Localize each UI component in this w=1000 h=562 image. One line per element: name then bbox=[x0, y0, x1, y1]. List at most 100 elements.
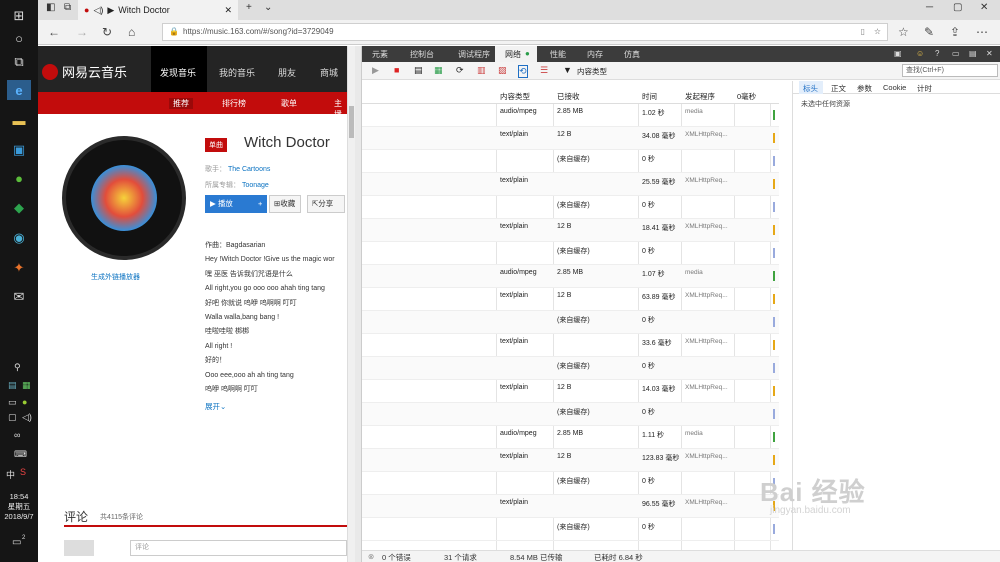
set-aside-icon[interactable]: ◧ bbox=[46, 2, 55, 13]
tab-elements[interactable]: 元素 bbox=[372, 49, 388, 60]
save-icon[interactable]: ▤ bbox=[414, 65, 423, 76]
table-row[interactable]: (来自缓存) 0 秒 bbox=[362, 403, 779, 426]
scroll-thumb[interactable] bbox=[349, 106, 354, 138]
content-type-filter[interactable]: 内容类型 bbox=[577, 66, 607, 77]
start-icon[interactable]: ▶ bbox=[372, 65, 379, 76]
col-initiator[interactable]: 发起程序 bbox=[685, 91, 715, 102]
detail-tab-timing[interactable]: 计时 bbox=[917, 83, 932, 94]
subnav-playlists[interactable]: 歌单 bbox=[281, 98, 297, 109]
table-row[interactable]: (来自缓存) 0 秒 bbox=[362, 196, 779, 219]
console-toggle-icon[interactable]: ▣ bbox=[894, 49, 902, 58]
nav-my-music[interactable]: 我的音乐 bbox=[219, 66, 255, 79]
table-row[interactable]: (来自缓存) 0 秒 bbox=[362, 518, 779, 541]
table-row[interactable]: text/plain 33.6 毫秒 XMLHttpReq... bbox=[362, 334, 779, 357]
col-timeline[interactable]: 0毫秒 bbox=[737, 91, 756, 102]
detail-tab-headers[interactable]: 标头 bbox=[803, 83, 818, 94]
more-icon[interactable]: ⋯ bbox=[976, 25, 988, 39]
expand-lyrics-link[interactable]: 展开⌄ bbox=[205, 401, 226, 412]
home-icon[interactable]: ⌂ bbox=[128, 25, 135, 39]
tray-app-icon[interactable]: ▤ bbox=[8, 380, 17, 391]
album-link[interactable]: Toonage bbox=[242, 182, 269, 189]
people-icon[interactable]: ⚲ bbox=[14, 362, 21, 373]
edge-icon[interactable]: e bbox=[7, 80, 31, 100]
play-button[interactable]: ▶ 播放 bbox=[205, 195, 253, 213]
table-row[interactable]: text/plain 12 B 18.41 毫秒 XMLHttpReq... bbox=[362, 219, 779, 242]
reading-view-icon[interactable]: ▯ bbox=[861, 24, 865, 40]
col-received[interactable]: 已接收 bbox=[557, 91, 580, 102]
tab-audio-icon[interactable]: ◁) bbox=[93, 5, 103, 16]
url-field[interactable]: 🔒 https://music.163.com/#/song?id=372904… bbox=[162, 23, 888, 41]
find-input[interactable]: 查找(Ctrl+F) bbox=[902, 64, 998, 77]
task-view-icon[interactable]: ⧉ bbox=[7, 52, 31, 72]
tab-list-icon[interactable]: ⌄ bbox=[264, 2, 272, 13]
col-time[interactable]: 时间 bbox=[642, 91, 657, 102]
app-globe-icon[interactable]: ◉ bbox=[7, 228, 31, 248]
notes-icon[interactable]: ✎ bbox=[924, 25, 934, 39]
tab-close-icon[interactable]: ✕ bbox=[224, 5, 232, 16]
tab-performance[interactable]: 性能 bbox=[550, 49, 566, 60]
favorites-icon[interactable]: ☆ bbox=[898, 25, 909, 39]
forward-icon[interactable]: → bbox=[76, 25, 88, 39]
keyboard-icon[interactable]: ⌨ bbox=[14, 449, 27, 460]
site-scrollbar[interactable] bbox=[347, 46, 355, 562]
singer-link[interactable]: The Cartoons bbox=[228, 166, 270, 173]
ime-indicator[interactable]: 中 bbox=[6, 468, 15, 481]
subnav-recommend[interactable]: 推荐 bbox=[169, 98, 193, 109]
nav-friends[interactable]: 朋友 bbox=[278, 66, 296, 79]
network-icon[interactable]: ▭ bbox=[8, 397, 17, 408]
back-icon[interactable]: ← bbox=[48, 25, 60, 39]
tab-preview-icon[interactable]: ⧉ bbox=[64, 2, 71, 13]
detail-tab-cookie[interactable]: Cookie bbox=[883, 83, 906, 92]
windows-start-icon[interactable]: ⊞ bbox=[7, 6, 31, 26]
table-row[interactable]: audio/mpeg 2.85 MB 1.07 秒 media bbox=[362, 265, 779, 288]
table-row[interactable]: (来自缓存) 0 秒 bbox=[362, 357, 779, 380]
col-content-type[interactable]: 内容类型 bbox=[500, 91, 530, 102]
table-row[interactable]: (来自缓存) 0 秒 bbox=[362, 311, 779, 334]
export-icon[interactable]: ⟳ bbox=[456, 65, 464, 76]
tab-memory[interactable]: 内存 bbox=[587, 49, 603, 60]
app-leaf-icon[interactable]: ◆ bbox=[7, 198, 31, 218]
mail-icon[interactable]: ✉ bbox=[7, 287, 31, 307]
close-window-icon[interactable]: ✕ bbox=[980, 2, 988, 13]
tray-app2-icon[interactable]: ▦ bbox=[22, 380, 31, 391]
table-row[interactable]: text/plain 12 B 14.03 毫秒 XMLHttpReq... bbox=[362, 380, 779, 403]
new-tab-icon[interactable]: + bbox=[246, 2, 252, 13]
tab-network[interactable]: 网络 bbox=[505, 49, 521, 60]
link-icon[interactable]: ∞ bbox=[14, 430, 20, 440]
table-row[interactable]: text/plain 12 B 34.08 毫秒 XMLHttpReq... bbox=[362, 127, 779, 150]
cortana-icon[interactable]: ○ bbox=[7, 28, 31, 48]
import-icon[interactable]: ▦ bbox=[434, 65, 443, 76]
table-row[interactable]: audio/mpeg 2.85 MB 1.02 秒 media bbox=[362, 104, 779, 127]
tray-app3-icon[interactable]: ● bbox=[22, 397, 27, 407]
filter-list-icon[interactable]: ☰ bbox=[540, 65, 548, 76]
subnav-charts[interactable]: 排行榜 bbox=[222, 98, 246, 109]
volume-icon[interactable]: ◁) bbox=[22, 412, 32, 423]
dock-icon[interactable]: ▭ bbox=[952, 49, 960, 58]
table-row[interactable]: text/plain 25.59 毫秒 XMLHttpReq... bbox=[362, 173, 779, 196]
favorite-star-icon[interactable]: ☆ bbox=[874, 24, 881, 40]
maximize-icon[interactable]: ▢ bbox=[953, 2, 962, 13]
always-refresh-icon[interactable]: ⟲ bbox=[518, 65, 528, 78]
tab-console[interactable]: 控制台 bbox=[410, 49, 434, 60]
table-row[interactable]: text/plain 12 B 123.83 毫秒 XMLHttpReq... bbox=[362, 449, 779, 472]
app-green-icon[interactable]: ● bbox=[7, 168, 31, 188]
help-icon[interactable]: ? bbox=[935, 49, 939, 58]
table-row[interactable]: text/plain 12 B 63.89 毫秒 XMLHttpReq... bbox=[362, 288, 779, 311]
table-row[interactable]: (来自缓存) 0 秒 bbox=[362, 472, 779, 495]
favorite-button[interactable]: ⊞收藏 bbox=[269, 195, 301, 213]
refresh-icon[interactable]: ↻ bbox=[102, 25, 112, 39]
share-icon[interactable]: ⇪ bbox=[950, 25, 960, 39]
undock-icon[interactable]: ▤ bbox=[969, 49, 977, 58]
sogou-icon[interactable]: S bbox=[20, 467, 26, 477]
table-row[interactable]: (来自缓存) 0 秒 bbox=[362, 150, 779, 173]
minimize-icon[interactable]: ─ bbox=[926, 2, 933, 13]
smiley-icon[interactable]: ☺ bbox=[916, 49, 924, 58]
clear-icon[interactable]: ▥ bbox=[477, 65, 486, 76]
detail-tab-body[interactable]: 正文 bbox=[831, 83, 846, 94]
explorer-icon[interactable]: ▬ bbox=[7, 110, 31, 130]
clock[interactable]: 18:54 星期五 2018/9/7 bbox=[0, 492, 38, 522]
tab-debugger[interactable]: 调试程序 bbox=[458, 49, 490, 60]
filter-icon[interactable]: ▼ bbox=[563, 65, 572, 75]
nav-mall[interactable]: 商城 bbox=[320, 66, 338, 79]
add-to-list-button[interactable]: + bbox=[253, 195, 267, 213]
